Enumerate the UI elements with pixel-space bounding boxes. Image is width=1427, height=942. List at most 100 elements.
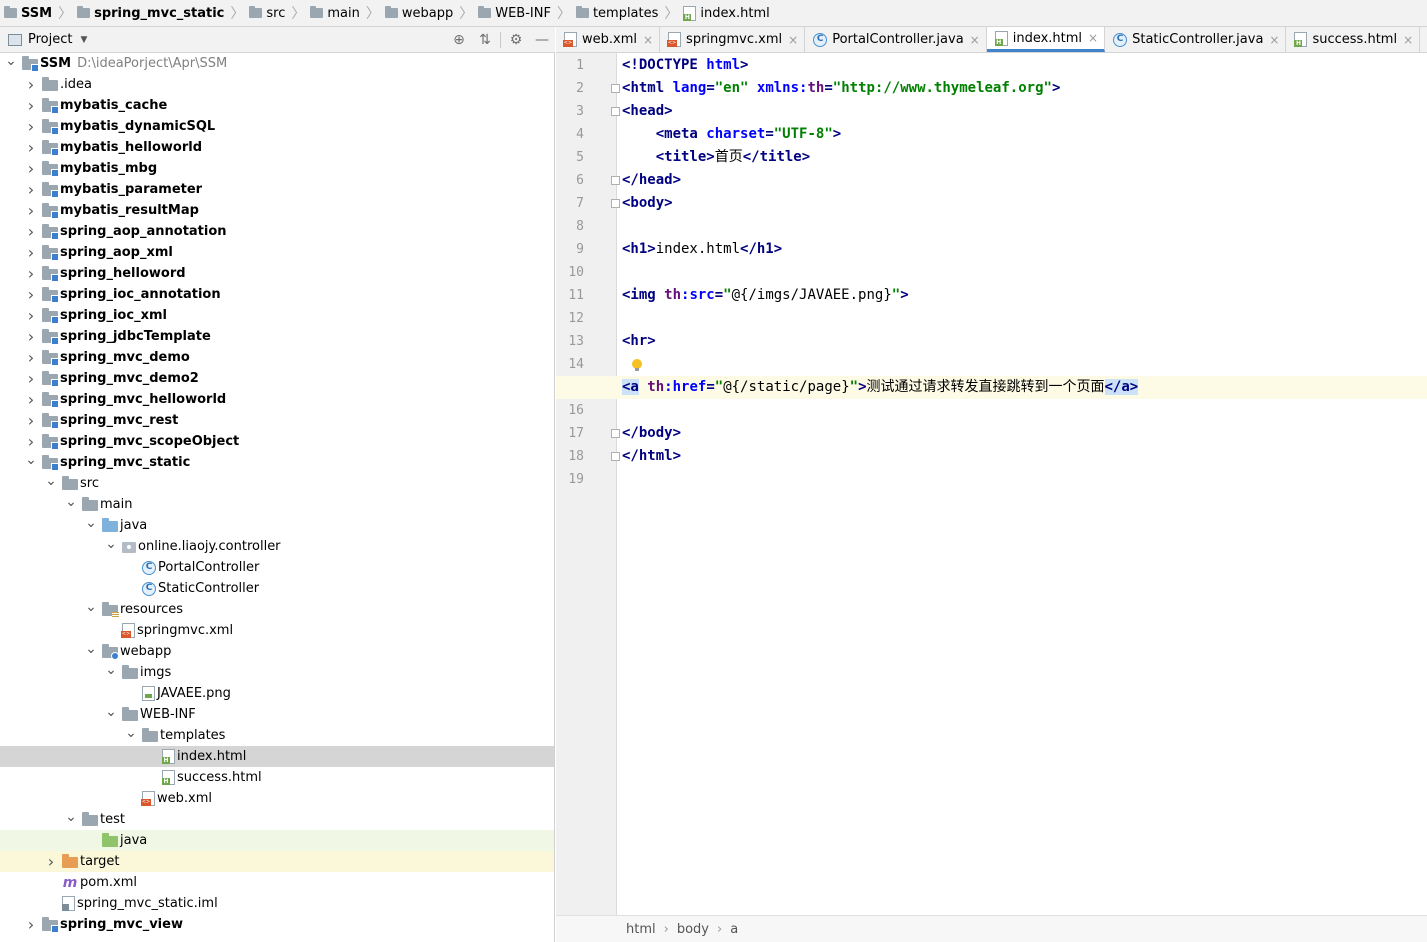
- chevron-down-icon[interactable]: ⌄: [84, 599, 98, 615]
- settings-icon[interactable]: ⚙: [503, 32, 529, 48]
- chevron-down-icon[interactable]: ⌄: [104, 662, 118, 678]
- close-icon[interactable]: ×: [1088, 31, 1098, 45]
- tab-success-html[interactable]: success.html ×: [1286, 27, 1421, 52]
- tree-item-success-html[interactable]: ›success.html: [0, 767, 554, 788]
- code-line[interactable]: <title>首页</title>: [622, 146, 1427, 169]
- fold-marker-icon[interactable]: [611, 452, 620, 461]
- tree-item-spring-mvc-demo2[interactable]: › spring_mvc_demo2: [0, 368, 554, 389]
- tree-item-spring-mvc-static[interactable]: ⌄ spring_mvc_static: [0, 452, 554, 473]
- code-line[interactable]: <body>: [622, 192, 1427, 215]
- chevron-right-icon[interactable]: ›: [44, 852, 58, 871]
- chevron-right-icon[interactable]: ›: [24, 390, 38, 409]
- chevron-down-icon[interactable]: ⌄: [44, 473, 58, 489]
- breadcrumb-item-webapp[interactable]: webapp: [384, 0, 453, 26]
- tab-staticcontroller-java[interactable]: C StaticController.java ×: [1105, 27, 1287, 52]
- chevron-right-icon[interactable]: ›: [24, 96, 38, 115]
- hide-icon[interactable]: —: [529, 32, 555, 48]
- fold-marker-icon[interactable]: [611, 84, 620, 93]
- tree-item-src[interactable]: ⌄ src: [0, 473, 554, 494]
- tree-item-index-html[interactable]: ›index.html: [0, 746, 554, 767]
- close-icon[interactable]: ×: [1403, 33, 1413, 47]
- tree-item-idea[interactable]: › .idea: [0, 74, 554, 95]
- tree-item-mybatis-dynamicsql[interactable]: › mybatis_dynamicSQL: [0, 116, 554, 137]
- tree-item-spring-jdbctemplate[interactable]: › spring_jdbcTemplate: [0, 326, 554, 347]
- code-line[interactable]: <hr>: [622, 330, 1427, 353]
- tree-item-imgs[interactable]: ⌄ imgs: [0, 662, 554, 683]
- code-line[interactable]: </html>: [622, 445, 1427, 468]
- chevron-down-icon[interactable]: ⌄: [64, 809, 78, 825]
- code-line[interactable]: [622, 399, 1427, 422]
- code-line[interactable]: <img th:src="@{/imgs/JAVAEE.png}">: [622, 284, 1427, 307]
- project-panel-title[interactable]: Project: [28, 32, 72, 47]
- tree-item-mybatis-resultmap[interactable]: › mybatis_resultMap: [0, 200, 554, 221]
- collapse-all-icon[interactable]: ⇅: [472, 32, 498, 48]
- code-line[interactable]: [622, 307, 1427, 330]
- tree-item-spring-mvc-helloworld[interactable]: › spring_mvc_helloworld: [0, 389, 554, 410]
- chevron-down-icon[interactable]: ⌄: [4, 53, 18, 69]
- chevron-right-icon[interactable]: ›: [24, 117, 38, 136]
- tree-item-springmvc-xml[interactable]: ›springmvc.xml: [0, 620, 554, 641]
- code-line[interactable]: <h1>index.html</h1>: [622, 238, 1427, 261]
- code-line[interactable]: [622, 215, 1427, 238]
- close-icon[interactable]: ×: [1269, 33, 1279, 47]
- chevron-down-icon[interactable]: ⌄: [104, 704, 118, 720]
- close-icon[interactable]: ×: [788, 33, 798, 47]
- code-line[interactable]: [622, 468, 1427, 491]
- close-icon[interactable]: ×: [643, 33, 653, 47]
- code-line[interactable]: [622, 261, 1427, 284]
- code-line[interactable]: [622, 353, 1427, 376]
- tree-item-spring-mvc-scopeobject[interactable]: › spring_mvc_scopeObject: [0, 431, 554, 452]
- chevron-right-icon[interactable]: ›: [24, 348, 38, 367]
- structure-crumb-a[interactable]: a: [730, 922, 738, 937]
- chevron-right-icon[interactable]: ›: [24, 306, 38, 325]
- tree-item-spring-aop-xml[interactable]: › spring_aop_xml: [0, 242, 554, 263]
- fold-marker-icon[interactable]: [611, 176, 620, 185]
- tree-item-target[interactable]: › target: [0, 851, 554, 872]
- tree-item-java[interactable]: ⌄ java: [0, 515, 554, 536]
- code-line[interactable]: <head>: [622, 100, 1427, 123]
- chevron-down-icon[interactable]: ⌄: [124, 725, 138, 741]
- chevron-right-icon[interactable]: ›: [24, 411, 38, 430]
- chevron-right-icon[interactable]: ›: [24, 327, 38, 346]
- structure-crumb-html[interactable]: html: [626, 922, 656, 937]
- tree-item-java[interactable]: ›java: [0, 830, 554, 851]
- tree-item-templates[interactable]: ⌄ templates: [0, 725, 554, 746]
- tree-item-spring-aop-annotation[interactable]: › spring_aop_annotation: [0, 221, 554, 242]
- code-line[interactable]: </body>: [622, 422, 1427, 445]
- tree-item-mybatis-parameter[interactable]: › mybatis_parameter: [0, 179, 554, 200]
- tree-item-web-inf[interactable]: ⌄ WEB-INF: [0, 704, 554, 725]
- breadcrumb-item-ssm[interactable]: SSM: [4, 0, 52, 26]
- chevron-down-icon[interactable]: ⌄: [64, 494, 78, 510]
- fold-marker-icon[interactable]: [611, 107, 620, 116]
- tree-item-ssm[interactable]: ⌄ SSM D:\ideaPorject\Apr\SSM: [0, 53, 554, 74]
- tree-item-spring-ioc-annotation[interactable]: › spring_ioc_annotation: [0, 284, 554, 305]
- locate-icon[interactable]: ⊕: [446, 32, 472, 48]
- tab-web-xml[interactable]: web.xml ×: [556, 27, 661, 52]
- breadcrumb-item-templates[interactable]: templates: [575, 0, 658, 26]
- close-icon[interactable]: ×: [970, 33, 980, 47]
- chevron-right-icon[interactable]: ›: [24, 180, 38, 199]
- tree-item-main[interactable]: ⌄ main: [0, 494, 554, 515]
- tree-item-test[interactable]: ⌄ test: [0, 809, 554, 830]
- code-line[interactable]: <a th:href="@{/static/page}">测试通过请求转发直接跳…: [622, 376, 1427, 399]
- code-editor[interactable]: 12345678910111213141516171819 <!DOCTYPE …: [556, 53, 1427, 915]
- tree-item-web-xml[interactable]: ›web.xml: [0, 788, 554, 809]
- chevron-down-icon[interactable]: ▼: [80, 35, 87, 45]
- chevron-down-icon[interactable]: ⌄: [84, 641, 98, 657]
- chevron-right-icon[interactable]: ›: [24, 222, 38, 241]
- tree-item-javaee-png[interactable]: ›JAVAEE.png: [0, 683, 554, 704]
- chevron-down-icon[interactable]: ⌄: [104, 536, 118, 552]
- breadcrumb-item-main[interactable]: main: [310, 0, 360, 26]
- tree-item-staticcontroller[interactable]: ›CStaticController: [0, 578, 554, 599]
- chevron-right-icon[interactable]: ›: [24, 264, 38, 283]
- fold-marker-icon[interactable]: [611, 199, 620, 208]
- tree-item-mybatis-helloworld[interactable]: › mybatis_helloworld: [0, 137, 554, 158]
- chevron-right-icon[interactable]: ›: [24, 915, 38, 934]
- chevron-right-icon[interactable]: ›: [24, 369, 38, 388]
- tree-item-spring-mvc-demo[interactable]: › spring_mvc_demo: [0, 347, 554, 368]
- chevron-right-icon[interactable]: ›: [24, 159, 38, 178]
- tab-index-html[interactable]: index.html ×: [986, 27, 1106, 52]
- chevron-right-icon[interactable]: ›: [24, 75, 38, 94]
- tree-item-resources[interactable]: ⌄ resources: [0, 599, 554, 620]
- breadcrumb-item-web-inf[interactable]: WEB-INF: [478, 0, 551, 26]
